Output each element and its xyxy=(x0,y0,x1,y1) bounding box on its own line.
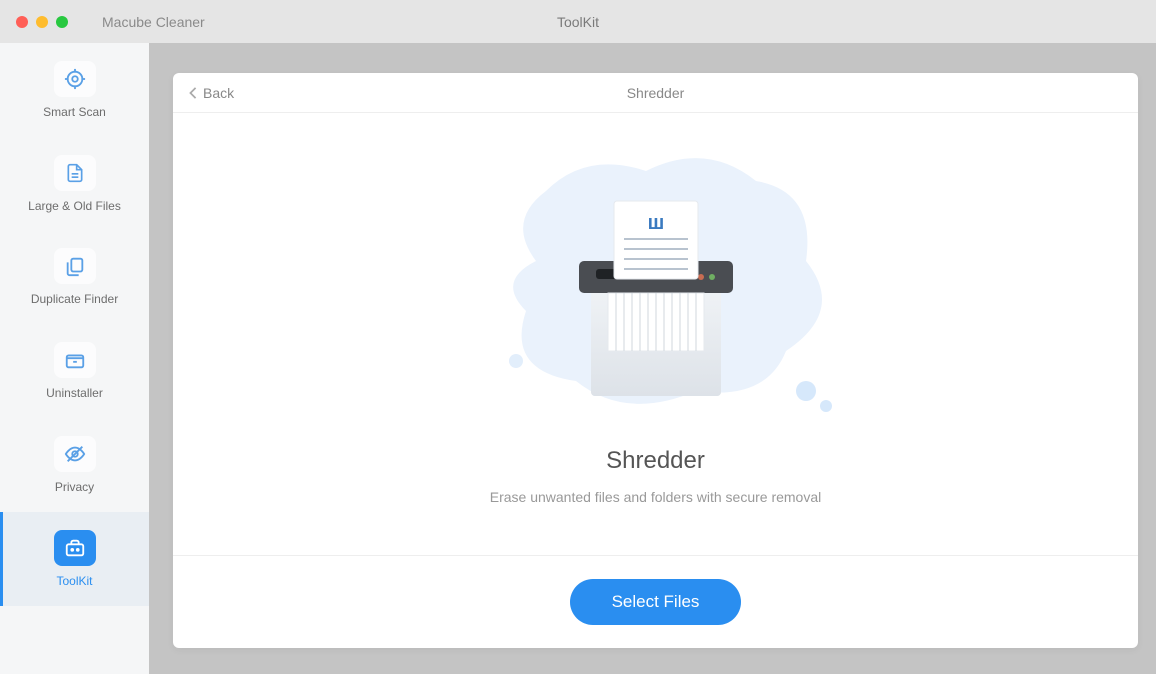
sidebar-item-toolkit[interactable]: ToolKit xyxy=(0,512,149,606)
sidebar-item-label: Duplicate Finder xyxy=(31,292,118,306)
app-name: Macube Cleaner xyxy=(102,14,205,30)
sidebar-item-label: Uninstaller xyxy=(46,386,103,400)
sidebar-item-duplicate-finder[interactable]: Duplicate Finder xyxy=(0,231,149,325)
titlebar: Macube Cleaner ToolKit xyxy=(0,0,1156,43)
toolbox-icon xyxy=(54,530,96,566)
window-controls xyxy=(16,16,68,28)
duplicate-icon xyxy=(54,248,96,284)
back-button[interactable]: Back xyxy=(189,85,234,101)
minimize-window-button[interactable] xyxy=(36,16,48,28)
chevron-left-icon xyxy=(189,87,197,99)
file-icon xyxy=(54,155,96,191)
sidebar-item-large-old-files[interactable]: Large & Old Files xyxy=(0,137,149,231)
main-area: Back Shredder xyxy=(149,43,1156,674)
svg-text:ш: ш xyxy=(647,212,664,234)
close-window-button[interactable] xyxy=(16,16,28,28)
sidebar: Smart Scan Large & Old Files Duplicate F… xyxy=(0,43,149,674)
feature-subtitle: Erase unwanted files and folders with se… xyxy=(490,489,822,505)
sidebar-item-label: Smart Scan xyxy=(43,105,106,119)
fullscreen-window-button[interactable] xyxy=(56,16,68,28)
eye-off-icon xyxy=(54,436,96,472)
shredder-illustration: ш xyxy=(446,131,866,441)
window-title: ToolKit xyxy=(557,14,599,30)
select-files-button[interactable]: Select Files xyxy=(570,579,742,625)
content-card: Back Shredder xyxy=(173,73,1138,648)
back-label: Back xyxy=(203,85,234,101)
sidebar-item-label: Privacy xyxy=(55,480,94,494)
card-body: ш xyxy=(173,113,1138,556)
card-header-title: Shredder xyxy=(627,85,685,101)
box-icon xyxy=(54,342,96,378)
sidebar-item-label: ToolKit xyxy=(56,574,92,588)
card-footer: Select Files xyxy=(173,556,1138,648)
feature-title: Shredder xyxy=(606,447,705,475)
sidebar-item-privacy[interactable]: Privacy xyxy=(0,418,149,512)
target-icon xyxy=(54,61,96,97)
card-header: Back Shredder xyxy=(173,73,1138,113)
sidebar-item-uninstaller[interactable]: Uninstaller xyxy=(0,324,149,418)
sidebar-item-smart-scan[interactable]: Smart Scan xyxy=(0,43,149,137)
sidebar-item-label: Large & Old Files xyxy=(28,199,121,213)
